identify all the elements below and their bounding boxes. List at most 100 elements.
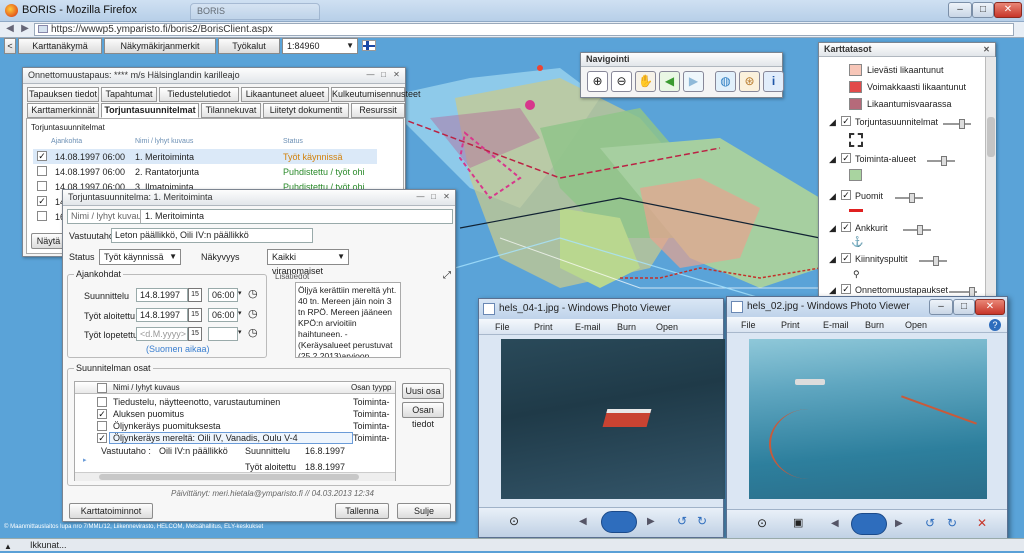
row-checkbox[interactable] [37, 181, 47, 191]
slideshow-icon[interactable] [851, 513, 887, 535]
opacity-slider[interactable] [927, 156, 955, 166]
part-checkbox[interactable]: ✓ [97, 433, 107, 443]
notes-field[interactable]: Öljyä kerättiin mereltä yht. 40 tn. Mere… [295, 282, 401, 358]
layer-toggle[interactable]: ◢ [829, 191, 836, 202]
viewer2-minimize-button[interactable]: – [929, 299, 953, 315]
actual-size-icon[interactable]: ▣ [793, 516, 803, 529]
bookmarks-button[interactable]: Näkymäkirjanmerkit [104, 38, 216, 54]
previous-extent-icon[interactable]: ◀ [659, 71, 680, 92]
expand-icon[interactable]: ⤢ [443, 270, 451, 281]
tab-map-markings[interactable]: Karttamerkinnät [27, 103, 99, 118]
minimize-button[interactable]: – [948, 2, 972, 18]
part-checkbox[interactable]: ✓ [97, 409, 107, 419]
viewer2-maximize-button[interactable]: □ [953, 299, 975, 315]
calendar-icon[interactable]: 15 [188, 288, 202, 302]
planning-time-field[interactable]: 06:00 [208, 288, 238, 302]
slideshow-icon[interactable] [601, 511, 637, 533]
part-name[interactable]: Öljynkeräys puomituksesta [113, 421, 221, 431]
viewer1-menu-burn[interactable]: Burn [617, 319, 636, 335]
viewer2-menu-print[interactable]: Print [781, 317, 800, 333]
zoom-icon[interactable]: ⊙ [757, 516, 767, 530]
layer-toggle[interactable]: ◢ [829, 254, 836, 265]
locate-icon[interactable]: ⊛ [739, 71, 760, 92]
zoom-icon[interactable]: ⊙ [509, 514, 519, 528]
zoom-in-icon[interactable]: ⊕ [587, 71, 608, 92]
url-field[interactable]: https://wwwp5.ymparisto.fi/boris2/BorisC… [34, 23, 1014, 36]
viewer1-menu-print[interactable]: Print [534, 319, 553, 335]
layer-checkbox[interactable]: ✓ [841, 284, 851, 294]
tab-response-plans[interactable]: Torjuntasuunnitelmat [101, 103, 199, 118]
layer-toggle[interactable]: ◢ [829, 117, 836, 128]
viewer2-menu-email[interactable]: E-mail [823, 317, 849, 333]
previous-icon[interactable]: ◀ [579, 516, 587, 527]
part-checkbox[interactable] [97, 421, 107, 431]
zoom-out-icon[interactable]: ⊖ [611, 71, 632, 92]
row-expander-icon[interactable]: ▸ [83, 456, 87, 464]
calendar-icon[interactable]: 15 [188, 327, 202, 341]
minimize-icon[interactable]: — [365, 70, 376, 80]
layer-checkbox[interactable]: ✓ [841, 222, 851, 232]
tab-drift-forecasts[interactable]: Kulkeutumisennusteet [331, 87, 421, 102]
rotate-right-icon[interactable]: ↻ [947, 516, 957, 530]
layers-close-icon[interactable]: ✕ [981, 45, 992, 55]
close-icon[interactable]: ✕ [391, 70, 402, 80]
maximize-icon[interactable]: □ [428, 192, 439, 202]
visibility-select[interactable]: Kaikki viranomaiset ▼ [267, 249, 349, 276]
rotate-left-icon[interactable]: ↺ [677, 514, 687, 528]
calendar-icon[interactable]: 15 [188, 308, 202, 322]
viewer1-menu-file[interactable]: File [495, 319, 510, 335]
tab-documents[interactable]: Liitetyt dokumentit [263, 103, 349, 118]
rotate-right-icon[interactable]: ↻ [697, 514, 707, 528]
scale-select[interactable]: 1:84960 ▼ [282, 38, 358, 54]
close-window-button[interactable]: ✕ [994, 2, 1022, 18]
full-extent-globe-icon[interactable]: ◍ [715, 71, 736, 92]
status-select[interactable]: Työt käynnissä ▼ [99, 249, 181, 265]
layer-toggle[interactable]: ◢ [829, 223, 836, 234]
new-part-button[interactable]: Uusi osa [402, 383, 444, 399]
part-name[interactable]: Tiedustelu, näytteenotto, varustautumine… [113, 397, 280, 407]
layer-checkbox[interactable]: ✓ [841, 116, 851, 126]
part-name[interactable]: Öljynkeräys mereltä: Oili IV, Vanadis, O… [113, 433, 298, 443]
layer-checkbox[interactable]: ✓ [841, 190, 851, 200]
tab-snapshots[interactable]: Tilannekuvat [201, 103, 261, 118]
viewer2-close-button[interactable]: ✕ [975, 299, 1005, 315]
map-actions-button[interactable]: Karttatoiminnot [69, 503, 153, 519]
opacity-slider[interactable] [903, 225, 931, 235]
maximize-button[interactable]: □ [972, 2, 994, 18]
clock-icon[interactable]: ◷ [248, 326, 258, 339]
site-identity-icon[interactable] [38, 25, 48, 33]
map-view-button[interactable]: Karttanäkymä [18, 38, 102, 54]
row-checkbox[interactable]: ✓ [37, 196, 47, 206]
table-row-name[interactable]: 1. Meritoiminta [135, 152, 194, 162]
select-all-checkbox[interactable] [97, 383, 107, 393]
opacity-slider[interactable] [919, 256, 947, 266]
ended-date-field[interactable]: <d.M.yyyy> [136, 327, 188, 341]
part-checkbox[interactable] [97, 397, 107, 407]
forward-arrow-icon[interactable]: ▶ [18, 23, 32, 36]
finnish-flag-icon[interactable] [362, 40, 376, 51]
opacity-slider[interactable] [895, 193, 923, 203]
next-icon[interactable]: ▶ [647, 516, 655, 527]
time-spinner-icon[interactable]: ▾ [238, 309, 242, 317]
toolbar-back-button[interactable]: < [4, 38, 16, 54]
next-icon[interactable]: ▶ [895, 518, 903, 529]
rotate-left-icon[interactable]: ↺ [925, 516, 935, 530]
layers-scrollbar[interactable] [985, 57, 996, 321]
delete-icon[interactable]: ✕ [977, 516, 987, 530]
close-button[interactable]: Sulje [397, 503, 451, 519]
started-time-field[interactable]: 06:00 [208, 308, 238, 322]
tab-events[interactable]: Tapahtumat [101, 87, 157, 102]
timezone-link[interactable]: (Suomen aikaa) [146, 344, 210, 354]
viewer1-menu-open[interactable]: Open [656, 319, 678, 335]
next-extent-icon[interactable]: ▶ [683, 71, 704, 92]
part-info-button[interactable]: Osan tiedot [402, 402, 444, 429]
viewer2-menu-file[interactable]: File [741, 317, 756, 333]
previous-icon[interactable]: ◀ [831, 518, 839, 529]
row-checkbox[interactable]: ✓ [37, 151, 47, 161]
minimize-icon[interactable]: — [415, 192, 426, 202]
tab-resources[interactable]: Resurssit [351, 103, 405, 118]
maximize-icon[interactable]: □ [378, 70, 389, 80]
clock-icon[interactable]: ◷ [248, 307, 258, 320]
help-icon[interactable]: ? [989, 319, 1001, 331]
clock-icon[interactable]: ◷ [248, 287, 258, 300]
